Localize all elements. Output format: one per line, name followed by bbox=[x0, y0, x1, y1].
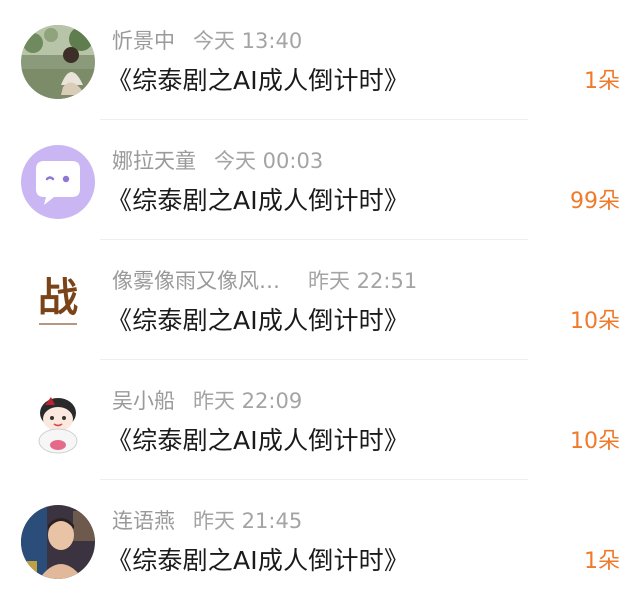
avatar[interactable] bbox=[21, 505, 95, 579]
sender-name: 连语燕 bbox=[112, 509, 175, 533]
photo-avatar-person-icon bbox=[21, 505, 95, 579]
flower-count: 10朵 bbox=[570, 309, 620, 334]
timestamp: 今天 00:03 bbox=[214, 149, 324, 173]
sender-line: 娜拉天童 今天 00:03 bbox=[112, 145, 323, 177]
message-title: 《综泰剧之AI成人倒计时》 bbox=[107, 186, 410, 215]
sender-line: 吴小船 昨天 22:09 bbox=[112, 385, 302, 417]
chat-bubble-wink-icon bbox=[21, 145, 95, 219]
message-title: 《综泰剧之AI成人倒计时》 bbox=[107, 66, 410, 95]
list-item[interactable]: 忻景中 今天 13:40 《综泰剧之AI成人倒计时》 1朵 bbox=[0, 0, 640, 120]
message-list: 忻景中 今天 13:40 《综泰剧之AI成人倒计时》 1朵 娜拉天童 今天 00:0… bbox=[0, 0, 640, 596]
timestamp: 今天 13:40 bbox=[193, 29, 303, 53]
sender-name: 像雾像雨又像风… bbox=[112, 269, 280, 293]
calligraphy-zhan-icon: 战 bbox=[21, 265, 95, 339]
avatar-logo-text: 战 bbox=[38, 274, 78, 321]
list-item[interactable]: 战 像雾像雨又像风… 昨天 22:51 《综泰剧之AI成人倒计时》 10朵 bbox=[0, 240, 640, 360]
list-item[interactable]: 连语燕 昨天 21:45 《综泰剧之AI成人倒计时》 1朵 bbox=[0, 480, 640, 596]
sender-name: 娜拉天童 bbox=[112, 149, 196, 173]
list-item[interactable]: 娜拉天童 今天 00:03 《综泰剧之AI成人倒计时》 99朵 bbox=[0, 120, 640, 240]
timestamp: 昨天 22:51 bbox=[308, 269, 418, 293]
message-title: 《综泰剧之AI成人倒计时》 bbox=[107, 546, 410, 575]
avatar[interactable]: 战 bbox=[21, 265, 95, 339]
sender-line: 像雾像雨又像风… 昨天 22:51 bbox=[112, 265, 417, 297]
message-title: 《综泰剧之AI成人倒计时》 bbox=[107, 426, 410, 455]
flower-count: 1朵 bbox=[584, 69, 620, 94]
sender-name: 吴小船 bbox=[112, 389, 175, 413]
flower-count: 99朵 bbox=[570, 189, 620, 214]
avatar[interactable] bbox=[21, 25, 95, 99]
flower-count: 1朵 bbox=[584, 549, 620, 574]
avatar[interactable] bbox=[21, 145, 95, 219]
flower-count: 10朵 bbox=[570, 429, 620, 454]
timestamp: 昨天 21:45 bbox=[193, 509, 303, 533]
message-title: 《综泰剧之AI成人倒计时》 bbox=[107, 306, 410, 335]
timestamp: 昨天 22:09 bbox=[193, 389, 303, 413]
sender-name: 忻景中 bbox=[112, 29, 175, 53]
list-item[interactable]: 吴小船 昨天 22:09 《综泰剧之AI成人倒计时》 10朵 bbox=[0, 360, 640, 480]
cartoon-character-icon bbox=[21, 385, 95, 459]
sender-line: 忻景中 今天 13:40 bbox=[112, 25, 302, 57]
avatar[interactable] bbox=[21, 385, 95, 459]
photo-avatar-woman-garden-icon bbox=[21, 25, 95, 99]
sender-line: 连语燕 昨天 21:45 bbox=[112, 505, 302, 537]
